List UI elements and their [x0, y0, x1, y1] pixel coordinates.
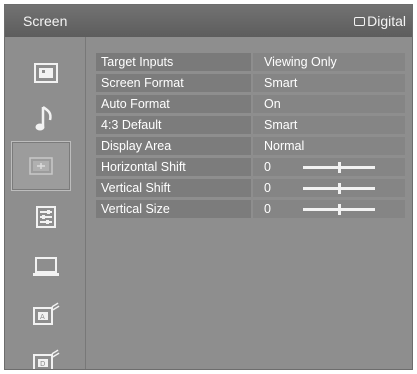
setting-label: Auto Format	[96, 95, 251, 113]
sound-icon	[35, 105, 52, 131]
setting-value-with-slider: 0	[253, 158, 405, 176]
setting-label: Horizontal Shift	[96, 158, 251, 176]
sidebar-item-analog-setup[interactable]: A	[17, 293, 75, 337]
tv-source-icon	[354, 16, 366, 26]
setting-row-4-3-default[interactable]: 4:3 Default Smart	[96, 116, 405, 134]
vertical-size-slider[interactable]	[303, 204, 375, 215]
setting-label: Screen Format	[96, 74, 251, 92]
setting-value: Smart	[253, 74, 405, 92]
setting-value: 0	[264, 160, 271, 174]
setting-value-with-slider: 0	[253, 200, 405, 218]
input-source-indicator: Digital	[354, 13, 406, 29]
sidebar-item-monitor[interactable]	[17, 245, 75, 289]
settings-window: Screen Digital A D Target Inputs Viewing…	[4, 4, 413, 370]
sidebar-item-setup[interactable]	[17, 195, 75, 239]
setting-row-screen-format[interactable]: Screen Format Smart	[96, 74, 405, 92]
setting-label: Vertical Shift	[96, 179, 251, 197]
slider-thumb[interactable]	[337, 204, 341, 215]
setting-row-display-area[interactable]: Display Area Normal	[96, 137, 405, 155]
setting-value-with-slider: 0	[253, 179, 405, 197]
setting-value: Viewing Only	[253, 53, 405, 71]
sidebar-item-sound[interactable]	[17, 97, 75, 141]
sidebar-item-screen[interactable]	[11, 141, 71, 191]
setting-label: Target Inputs	[96, 53, 251, 71]
setting-row-auto-format[interactable]: Auto Format On	[96, 95, 405, 113]
slider-thumb[interactable]	[337, 183, 341, 194]
page-title: Screen	[23, 13, 68, 29]
setting-row-vertical-shift[interactable]: Vertical Shift 0	[96, 179, 405, 197]
setting-row-horizontal-shift[interactable]: Horizontal Shift 0	[96, 158, 405, 176]
slider-thumb[interactable]	[337, 162, 341, 173]
screen-icon	[29, 157, 53, 175]
setting-value: On	[253, 95, 405, 113]
setup-icon	[36, 206, 56, 228]
screen-settings-list: Target Inputs Viewing Only Screen Format…	[96, 53, 405, 221]
vertical-shift-slider[interactable]	[303, 183, 375, 194]
setting-value: 0	[264, 181, 271, 195]
sidebar-menu: A D	[5, 37, 86, 369]
setting-row-target-inputs[interactable]: Target Inputs Viewing Only	[96, 53, 405, 71]
setting-row-vertical-size[interactable]: Vertical Size 0	[96, 200, 405, 218]
source-label: Digital	[367, 13, 406, 29]
svg-text:A: A	[40, 313, 45, 321]
monitor-icon	[33, 257, 59, 276]
setting-value: 0	[264, 202, 271, 216]
svg-text:D: D	[40, 360, 45, 368]
setting-label: Vertical Size	[96, 200, 251, 218]
setting-label: Display Area	[96, 137, 251, 155]
sidebar-item-digital-setup[interactable]: D	[17, 340, 75, 369]
sidebar-item-picture[interactable]	[17, 51, 75, 95]
digital-setup-icon: D	[33, 349, 60, 369]
picture-icon	[34, 63, 58, 83]
setting-value: Normal	[253, 137, 405, 155]
horizontal-shift-slider[interactable]	[303, 162, 375, 173]
setting-label: 4:3 Default	[96, 116, 251, 134]
title-bar: Screen Digital	[5, 5, 412, 37]
setting-value: Smart	[253, 116, 405, 134]
analog-setup-icon: A	[33, 302, 60, 325]
